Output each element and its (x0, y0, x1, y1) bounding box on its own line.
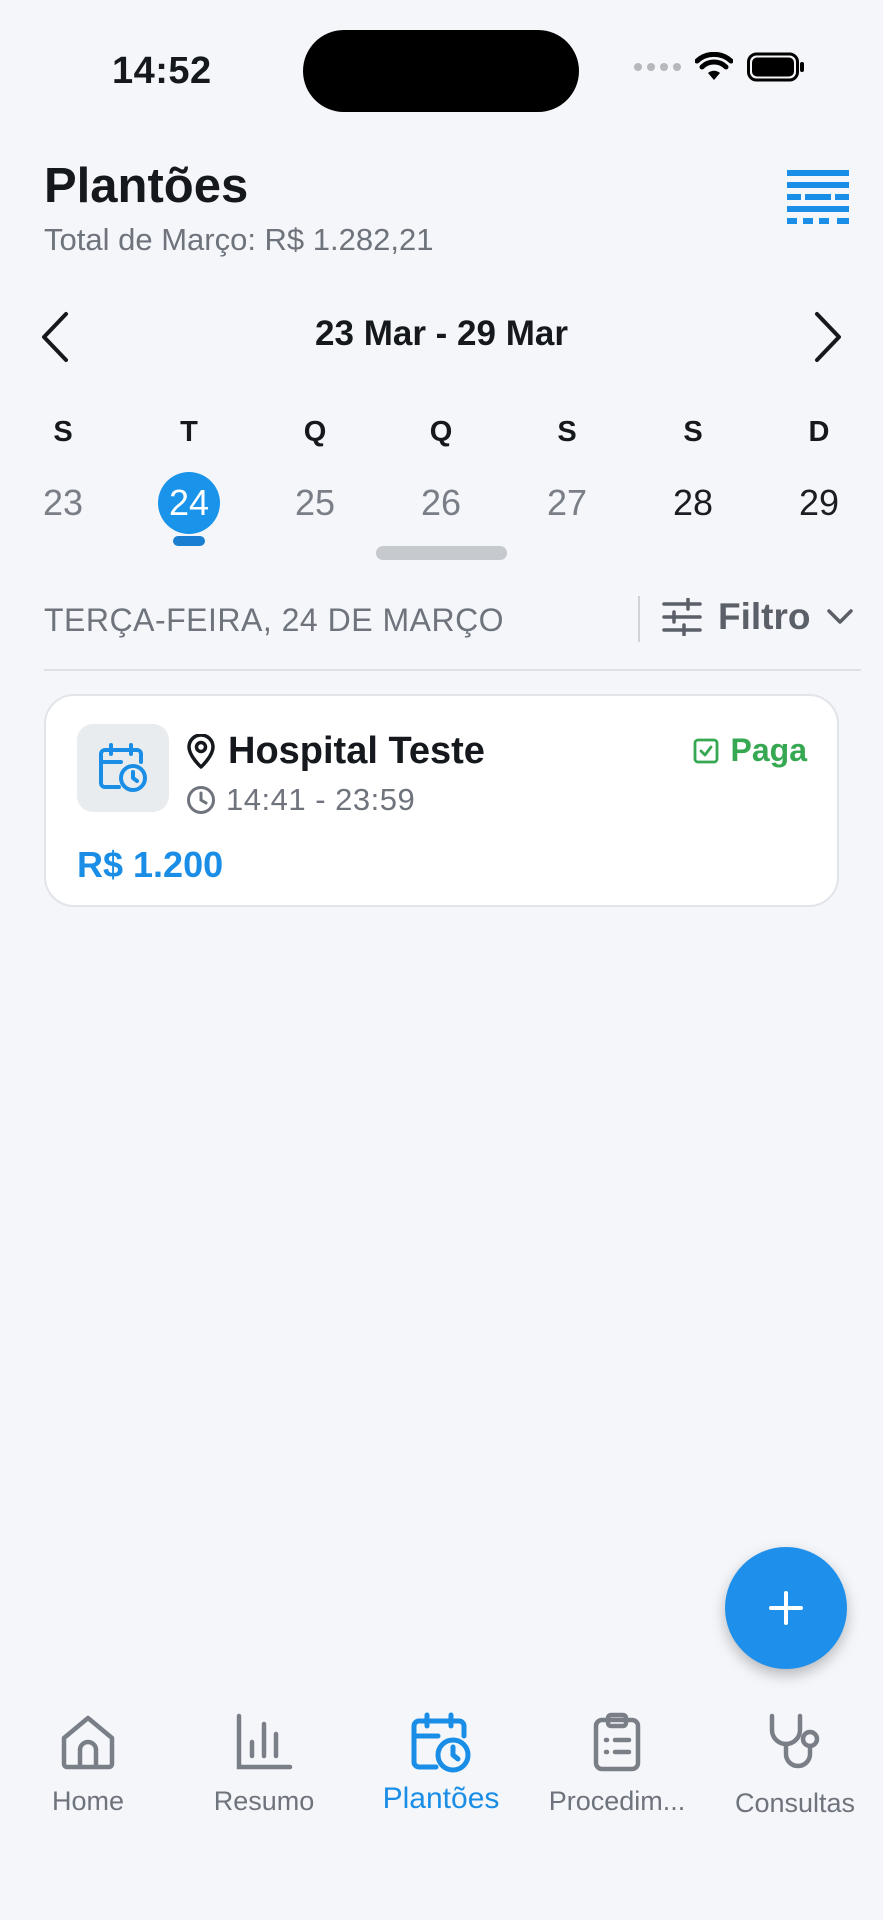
tab-plantoes[interactable]: Plantões (353, 1712, 529, 1816)
shift-card[interactable]: Hospital Teste 14:41 - 23:59 Paga R$ 1.2… (44, 694, 839, 907)
shift-amount: R$ 1.200 (77, 844, 224, 885)
day-23[interactable]: S 23 (13, 416, 113, 534)
divider (638, 596, 640, 642)
day-letter: S (53, 416, 73, 448)
tab-home[interactable]: Home (0, 1712, 176, 1817)
tab-label: Home (51, 1786, 125, 1816)
chevron-right-icon[interactable] (805, 310, 849, 364)
day-27[interactable]: S 27 (517, 416, 617, 534)
home-icon (61, 1715, 115, 1770)
tab-resumo[interactable]: Resumo (176, 1712, 352, 1817)
tab-label: Plantões (382, 1782, 500, 1815)
day-letter: D (808, 416, 830, 448)
selected-date-label: TERÇA-FEIRA, 24 DE MARÇO (44, 602, 505, 638)
day-letter: Q (429, 416, 453, 448)
day-number: 27 (546, 482, 588, 523)
tab-procedimentos[interactable]: Procedim... (529, 1712, 705, 1817)
tab-label: Procedim... (548, 1786, 686, 1816)
chevron-down-icon (827, 609, 854, 624)
tab-label: Resumo (213, 1786, 315, 1816)
status-icons (634, 52, 805, 82)
day-29[interactable]: D 29 (769, 416, 869, 534)
day-number: 29 (798, 482, 840, 523)
day-number: 26 (420, 482, 462, 523)
day-26[interactable]: Q 26 (391, 416, 491, 534)
day-25[interactable]: Q 25 (265, 416, 365, 534)
filter-button[interactable]: Filtro (662, 596, 854, 638)
day-number-selected: 24 (158, 472, 220, 534)
tab-label: Consultas (734, 1788, 856, 1818)
battery-icon (747, 52, 804, 82)
monthly-total: Total de Março: R$ 1.282,21 (44, 222, 434, 257)
shift-place: Hospital Teste (228, 730, 485, 772)
clock-icon (187, 786, 215, 814)
clipboard-icon (593, 1712, 641, 1772)
page-title: Plantões (44, 159, 249, 213)
plus-icon (769, 1591, 803, 1625)
status-label: Paga (730, 732, 807, 768)
status-badge: Paga (693, 732, 807, 769)
day-number: 28 (672, 482, 714, 523)
day-letter: S (683, 416, 703, 448)
location-pin-icon (187, 733, 215, 769)
add-shift-button[interactable] (725, 1547, 847, 1669)
day-number: 23 (42, 482, 84, 523)
checkbox-checked-icon (693, 738, 718, 763)
bar-chart-icon (236, 1713, 293, 1770)
shift-time: 14:41 - 23:59 (226, 782, 416, 817)
day-letter: S (557, 416, 577, 448)
filter-label: Filtro (718, 596, 811, 637)
week-range-label: 23 Mar - 29 Mar (315, 314, 568, 353)
table-icon[interactable] (787, 170, 849, 226)
shift-icon-box (77, 724, 169, 812)
day-letter: Q (303, 416, 327, 448)
day-number: 25 (294, 482, 336, 523)
day-24[interactable]: T 24 (139, 416, 239, 546)
shift-time-row: 14:41 - 23:59 (186, 782, 415, 818)
day-28[interactable]: S 28 (643, 416, 743, 534)
section-divider (44, 669, 861, 671)
selected-day-indicator (173, 536, 205, 546)
drag-handle[interactable] (376, 546, 507, 560)
status-time: 14:52 (112, 50, 212, 92)
sliders-icon (662, 598, 702, 636)
tab-consultas[interactable]: Consultas (707, 1712, 883, 1819)
day-letter: T (180, 416, 198, 448)
shift-title-row: Hospital Teste (186, 730, 485, 773)
dynamic-island (303, 30, 579, 112)
calendar-clock-icon (411, 1712, 471, 1773)
stethoscope-icon (769, 1713, 820, 1769)
signal-dots-icon (634, 63, 681, 71)
calendar-clock-icon (99, 743, 147, 792)
screen: 14:52 Plantões Total de Março: R$ 1.282,… (0, 0, 883, 1920)
tab-bar: Home Resumo Plantões Procedim... Consult… (0, 1712, 883, 1832)
wifi-icon (695, 52, 733, 80)
